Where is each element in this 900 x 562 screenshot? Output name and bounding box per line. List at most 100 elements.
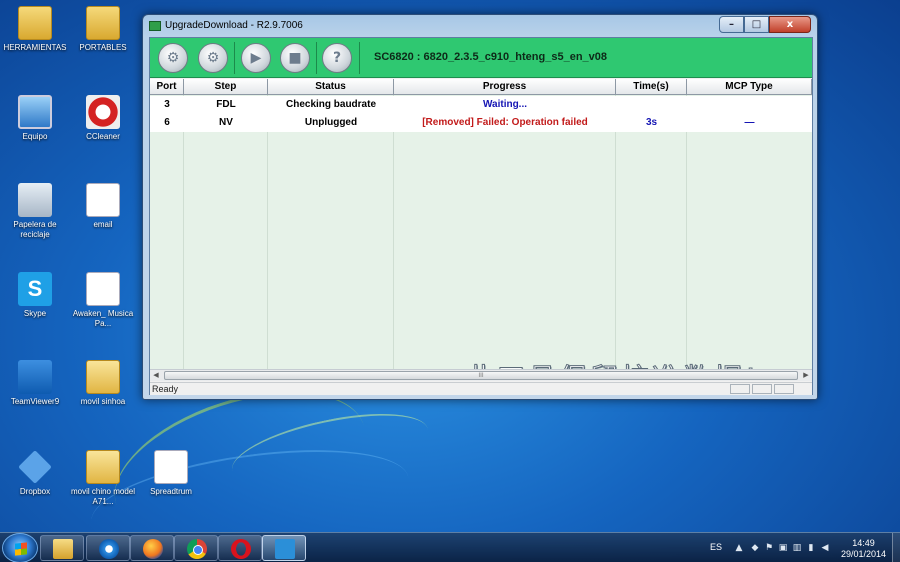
folder-icon [86,6,120,40]
column-header-progress[interactable]: Progress [394,79,616,95]
cell-time: 3s [645,117,658,128]
desktop-icon-spreadtrum[interactable]: Spreadtrum [136,450,206,497]
taskbar-explorer[interactable] [40,535,84,561]
port-table[interactable]: Port Step Status Progress Time(s) MCP Ty… [150,79,812,369]
column-header-step[interactable]: Step [184,79,268,95]
desktop-icon-recycle-bin[interactable]: Papelera de reciclaje [0,183,70,240]
taskbar-opera[interactable] [218,535,262,561]
dropbox-icon [18,450,52,484]
maximize-button[interactable]: □ [744,16,769,33]
scrollbar-thumb[interactable]: III [164,371,798,380]
battery-icon[interactable]: ▮ [806,543,816,553]
device-tray-icon[interactable]: ▣ [778,543,788,553]
taskbar-firefox[interactable] [130,535,174,561]
gear-icon[interactable]: ⚙ [158,43,188,73]
desktop-icon-portables[interactable]: PORTABLES [68,6,138,53]
column-header-port[interactable]: Port [150,79,184,95]
table-row[interactable]: 6 NV Unplugged [Removed] Failed: Operati… [150,114,812,132]
watermark-text: 此工具保留校准数据! [465,357,759,370]
system-tray: ES ▲ ◆ ⚑ ▣ ▥ ▮ ◀ 14:49 29/01/2014 [700,533,900,562]
app-icon [149,21,161,31]
table-header: Port Step Status Progress Time(s) MCP Ty… [150,79,812,95]
clock-time: 14:49 [852,538,875,548]
volume-icon[interactable]: ◀ [820,543,830,553]
firmware-label: SC6820 : 6820_2.3.5_c910_hteng_s5_en_v08 [374,51,608,63]
window-client: ⚙ ⚙ ▶ ■ ? SC6820 : 6820_2.3.5_c910_hteng… [149,37,813,395]
status-pane [730,384,750,394]
document-icon [86,183,120,217]
folder-icon [86,450,120,484]
minimize-button[interactable]: – [719,16,744,33]
clock[interactable]: 14:49 29/01/2014 [841,538,886,560]
folder-icon [53,539,73,559]
firefox-icon [143,539,163,559]
taskbar-chrome[interactable] [174,535,218,561]
column-header-time[interactable]: Time(s) [616,79,687,95]
desktop-icon-teamviewer[interactable]: TeamViewer9 [0,360,70,407]
cell-step: FDL [216,99,236,110]
folder-icon [86,360,120,394]
gears-icon[interactable]: ⚙ [198,43,228,73]
cell-status: Unplugged [304,117,358,128]
stop-icon[interactable]: ■ [280,43,310,73]
status-pane [752,384,772,394]
window-title: UpgradeDownload - R2.9.7006 [165,20,303,31]
upgrade-download-window[interactable]: UpgradeDownload - R2.9.7006 – □ x ⚙ ⚙ ▶ … [142,14,818,400]
toolbar-separator [234,42,235,74]
computer-icon [18,95,52,129]
start-button[interactable] [2,533,38,562]
flag-tray-icon[interactable]: ⚑ [764,543,774,553]
dropbox-tray-icon[interactable]: ◆ [750,543,760,553]
taskbar: ES ▲ ◆ ⚑ ▣ ▥ ▮ ◀ 14:49 29/01/2014 [0,532,900,562]
upgrade-download-icon [275,539,295,559]
column-header-mcp-type[interactable]: MCP Type [687,79,812,95]
ie-icon [99,539,119,559]
window-controls: – □ x [719,16,811,33]
language-indicator[interactable]: ES [710,542,722,552]
desktop-icon-movil-chino[interactable]: movil chino model A71... [68,450,138,507]
cell-mcp-type: — [744,117,755,128]
desktop-icon-herramientas[interactable]: HERRAMIENTAS [0,6,70,53]
column-header-status[interactable]: Status [268,79,394,95]
cell-port: 6 [164,117,170,128]
toolbar-separator [359,42,360,74]
desktop-icon-equipo[interactable]: Equipo [0,95,70,142]
taskbar-upgrade-download[interactable] [262,535,306,561]
cell-time [616,96,687,114]
opera-icon [231,539,251,559]
desktop-icon-ccleaner[interactable]: CCleaner [68,95,138,142]
recycle-bin-icon [18,183,52,217]
status-text: Ready [152,384,179,394]
show-hidden-icons-icon[interactable]: ▲ [734,543,744,553]
teamviewer-icon [18,360,52,394]
scroll-left-icon[interactable]: ◀ [150,370,162,381]
close-button[interactable]: x [769,16,811,33]
cell-step: NV [219,117,233,128]
network-icon[interactable]: ▥ [792,543,802,553]
skype-icon: S [18,272,52,306]
status-pane [774,384,794,394]
show-desktop-button[interactable] [892,533,900,562]
horizontal-scrollbar[interactable]: ◀ III ▶ [150,369,812,381]
ccleaner-icon [86,95,120,129]
play-icon[interactable]: ▶ [241,43,271,73]
windows-logo-icon [15,542,27,556]
toolbar: ⚙ ⚙ ▶ ■ ? SC6820 : 6820_2.3.5_c910_hteng… [150,38,812,78]
cell-mcp-type [687,96,812,114]
taskbar-internet-explorer[interactable] [86,535,130,561]
media-file-icon [86,272,120,306]
desktop-icon-dropbox[interactable]: Dropbox [0,450,70,497]
table-row[interactable]: 3 FDL Checking baudrate Waiting... [150,96,812,114]
chrome-icon [187,539,207,559]
cell-progress: Waiting... [482,99,528,110]
cell-port: 3 [164,99,170,110]
desktop-icon-email[interactable]: email [68,183,138,230]
desktop-icon-skype[interactable]: S Skype [0,272,70,319]
wallpaper-streak [225,399,435,501]
help-icon[interactable]: ? [322,43,352,73]
window-titlebar[interactable]: UpgradeDownload - R2.9.7006 – □ x [143,15,817,37]
scroll-right-icon[interactable]: ▶ [800,370,812,381]
folder-icon [18,6,52,40]
desktop-icon-movil-sinhoa[interactable]: movil sinhoa [68,360,138,407]
desktop-icon-awaken[interactable]: Awaken_ Musica Pa... [68,272,138,329]
